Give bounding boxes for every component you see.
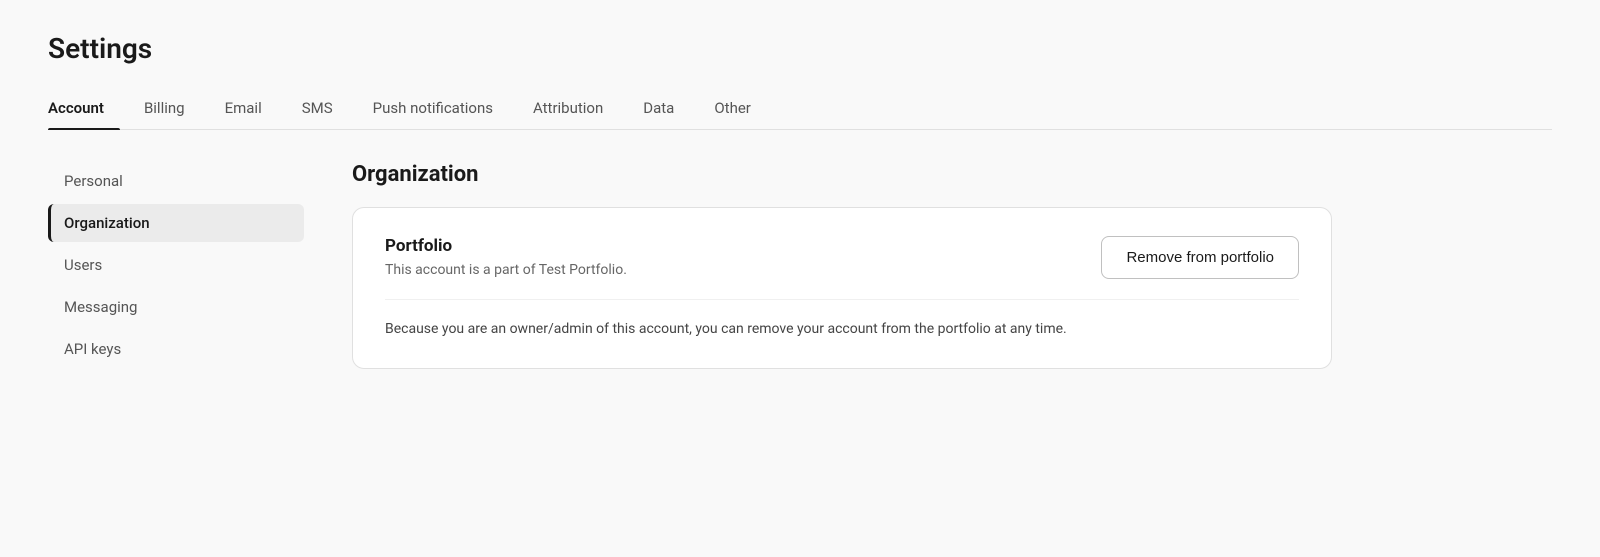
content-area: Organization Portfolio This account is a… (328, 162, 1552, 372)
card-subtitle: This account is a part of Test Portfolio… (385, 262, 1061, 278)
tab-account[interactable]: Account (48, 89, 120, 129)
sidebar-item-users[interactable]: Users (48, 246, 304, 284)
tab-attribution[interactable]: Attribution (529, 89, 619, 129)
sidebar: Personal Organization Users Messaging API ke… (48, 162, 328, 372)
sidebar-item-api-keys[interactable]: API keys (48, 330, 304, 368)
card-description: Because you are an owner/admin of this a… (385, 299, 1299, 340)
page-container: Settings Account Billing Email SMS Push noti… (0, 0, 1600, 372)
tab-email[interactable]: Email (221, 89, 278, 129)
remove-from-portfolio-button[interactable]: Remove from portfolio (1101, 236, 1299, 279)
main-content: Personal Organization Users Messaging API ke… (48, 130, 1552, 372)
card-top-row: Portfolio This account is a part of Test… (385, 236, 1299, 279)
section-title: Organization (352, 162, 1552, 187)
tab-data[interactable]: Data (639, 89, 690, 129)
sidebar-item-organization[interactable]: Organization (48, 204, 304, 242)
tab-other[interactable]: Other (710, 89, 767, 129)
page-title: Settings (48, 32, 1552, 65)
tabs-container: Account Billing Email SMS Push notifications… (48, 89, 1552, 130)
card-title: Portfolio (385, 236, 1061, 256)
sidebar-item-personal[interactable]: Personal (48, 162, 304, 200)
portfolio-card: Portfolio This account is a part of Test… (352, 207, 1332, 369)
tab-push-notifications[interactable]: Push notifications (369, 89, 509, 129)
card-left: Portfolio This account is a part of Test… (385, 236, 1061, 278)
tab-sms[interactable]: SMS (298, 89, 349, 129)
sidebar-item-messaging[interactable]: Messaging (48, 288, 304, 326)
tab-billing[interactable]: Billing (140, 89, 201, 129)
